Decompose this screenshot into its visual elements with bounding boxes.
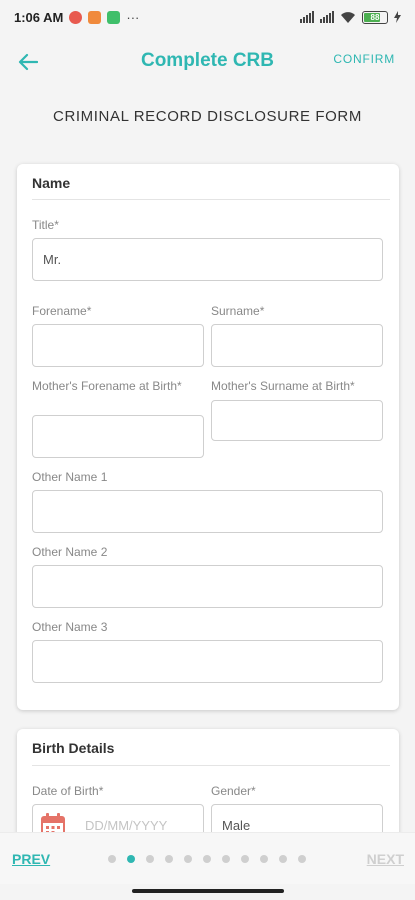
mother-surname-label: Mother's Surname at Birth* xyxy=(211,379,355,393)
mother-surname-input[interactable] xyxy=(211,400,383,441)
title-input[interactable]: Mr. xyxy=(32,238,383,281)
more-notifications-icon: ··· xyxy=(126,9,140,25)
pager-nav: PREV NEXT xyxy=(0,832,415,884)
form-heading: CRIMINAL RECORD DISCLOSURE FORM xyxy=(53,108,362,125)
other-name-2-label: Other Name 2 xyxy=(32,545,108,559)
notification-app-icon xyxy=(69,10,83,24)
signal-icon xyxy=(300,11,314,23)
battery-icon: 88 xyxy=(362,10,388,24)
page-dot xyxy=(241,855,249,863)
mother-forename-input[interactable] xyxy=(32,415,204,458)
birth-section-title: Birth Details xyxy=(32,740,115,756)
dob-placeholder: DD/MM/YYYY xyxy=(85,818,168,833)
app-header: Complete CRB CONFIRM xyxy=(0,34,415,88)
forename-label: Forename* xyxy=(32,304,92,318)
title-label: Title* xyxy=(32,218,59,232)
surname-input[interactable] xyxy=(211,324,383,367)
page-dot xyxy=(165,855,173,863)
birth-details-card: Birth Details Date of Birth* DD/MM/YYYY … xyxy=(17,729,399,849)
page-dot xyxy=(146,855,154,863)
signal-icon xyxy=(320,11,334,23)
divider xyxy=(32,765,390,766)
next-button[interactable]: NEXT xyxy=(367,851,404,867)
arrow-left-icon xyxy=(18,53,38,71)
other-name-3-label: Other Name 3 xyxy=(32,620,108,634)
status-time: 1:06 AM xyxy=(14,9,64,25)
charging-icon xyxy=(394,11,401,23)
page-indicator xyxy=(108,855,306,863)
page-dot xyxy=(108,855,116,863)
page-dot xyxy=(184,855,192,863)
other-name-3-input[interactable] xyxy=(32,640,383,683)
gender-label: Gender* xyxy=(211,784,256,798)
page-dot xyxy=(203,855,211,863)
confirm-button[interactable]: CONFIRM xyxy=(333,52,395,66)
wifi-icon xyxy=(341,11,355,23)
notification-app-icon xyxy=(88,10,102,24)
name-section-title: Name xyxy=(32,175,71,191)
other-name-1-input[interactable] xyxy=(32,490,383,533)
other-name-1-label: Other Name 1 xyxy=(32,470,108,484)
forename-input[interactable] xyxy=(32,324,204,367)
surname-label: Surname* xyxy=(211,304,265,318)
page-dot xyxy=(279,855,287,863)
name-card: Name Title* Mr. Forename* Surname* Mothe… xyxy=(17,164,399,710)
gesture-bar xyxy=(132,889,284,893)
page-dot xyxy=(260,855,268,863)
other-name-2-input[interactable] xyxy=(32,565,383,608)
status-bar: 1:06 AM ··· 88 xyxy=(0,0,415,34)
notification-app-icon xyxy=(107,10,121,24)
page-dot xyxy=(298,855,306,863)
mother-forename-label: Mother's Forename at Birth* xyxy=(32,379,182,393)
page-dot xyxy=(222,855,230,863)
page-dot xyxy=(127,855,135,863)
dob-label: Date of Birth* xyxy=(32,784,104,798)
divider xyxy=(32,199,390,200)
prev-button[interactable]: PREV xyxy=(12,851,50,867)
back-button[interactable] xyxy=(14,48,42,76)
